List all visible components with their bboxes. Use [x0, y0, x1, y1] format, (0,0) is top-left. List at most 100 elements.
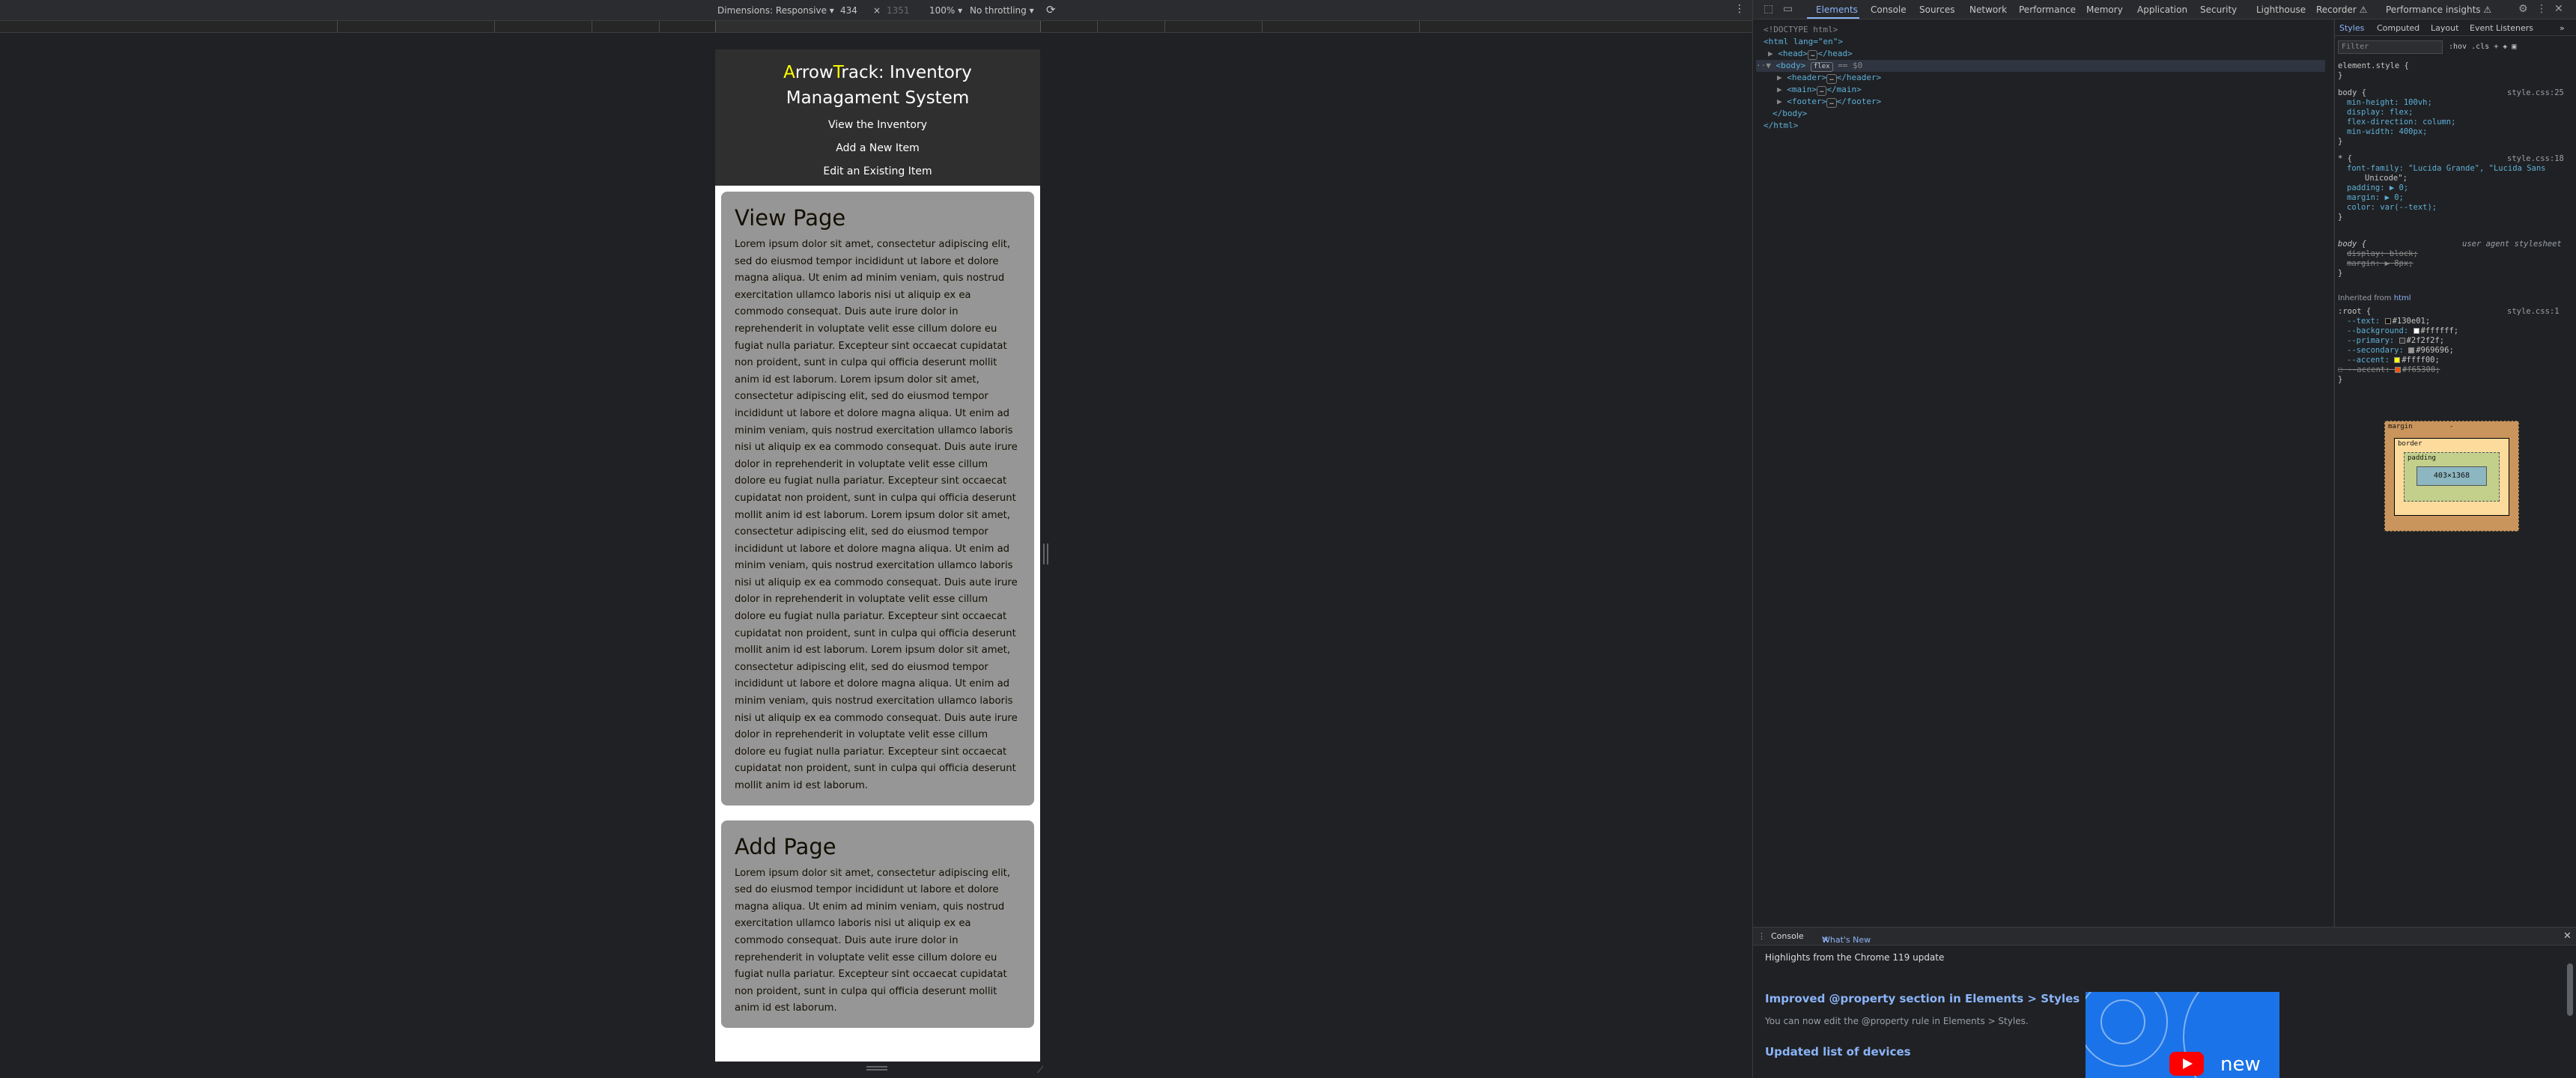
tab-layout[interactable]: Layout	[2431, 23, 2458, 33]
css-prop[interactable]: color: var(--text);	[2347, 203, 2437, 213]
style-source-link[interactable]: style.css:1	[2507, 307, 2560, 317]
toggle-sidebar-icon[interactable]: ▣	[2512, 43, 2516, 51]
box-model-content[interactable]: 403×1368	[2416, 466, 2487, 486]
dom-doctype[interactable]: <!DOCTYPE html>	[1764, 24, 1838, 36]
style-source-link[interactable]: style.css:18	[2507, 154, 2564, 164]
resize-handle-bottom[interactable]	[866, 1066, 887, 1071]
tab-console[interactable]: Console	[1871, 4, 1907, 15]
css-prop[interactable]: flex-direction: column;	[2347, 118, 2455, 127]
universal-rule-selector[interactable]: * {style.css:18	[2338, 154, 2576, 164]
inspect-element-icon[interactable]: ⬚	[1764, 3, 1773, 15]
expand-arrow-icon[interactable]: ▶	[1777, 73, 1787, 82]
dom-head[interactable]: ▶ <head>… </head>	[1768, 48, 1853, 60]
css-prop[interactable]: min-width: 400px;	[2347, 127, 2427, 137]
whats-new-section-title[interactable]: Improved @property section in Elements >…	[1765, 992, 2080, 1005]
more-menu-icon[interactable]: ⋮	[2536, 3, 2547, 15]
css-prop[interactable]: min-height: 100vh;	[2347, 98, 2432, 108]
expand-arrow-icon[interactable]: ▶	[1777, 97, 1787, 106]
dimension-times: ×	[873, 5, 881, 16]
tab-network[interactable]: Network	[1969, 4, 2007, 15]
dom-header[interactable]: ▶ <header>… </header>	[1777, 72, 1881, 84]
hov-cls-buttons[interactable]: :hov .cls +	[2449, 43, 2498, 51]
checkbox-icon[interactable]: ☐	[2338, 365, 2348, 374]
dimensions-dropdown[interactable]: Dimensions: Responsive ▾	[717, 5, 834, 16]
dom-footer[interactable]: ▶ <footer>… </footer>	[1777, 96, 1881, 108]
more-options-icon[interactable]: ⋮	[1734, 3, 1745, 15]
tab-application[interactable]: Application	[2137, 4, 2187, 15]
tab-event-listeners[interactable]: Event Listeners	[2470, 23, 2533, 33]
tab-more-chevron[interactable]: »	[2560, 23, 2565, 33]
nav-add-item[interactable]: Add a New Item	[715, 137, 1040, 160]
style-source-link[interactable]: style.css:25	[2507, 88, 2564, 98]
css-prop[interactable]: display: flex;	[2347, 108, 2414, 118]
css-var-value: #f65300;	[2402, 365, 2440, 374]
zoom-dropdown[interactable]: 100% ▾	[929, 5, 962, 16]
root-rule-selector[interactable]: :root {style.css:1	[2338, 307, 2576, 317]
css-var-disabled[interactable]: ☐ --accent: #f65300;	[2338, 365, 2440, 375]
drawer-menu-icon[interactable]: ⋮	[1758, 931, 1766, 941]
color-swatch-icon[interactable]	[2413, 328, 2419, 334]
dom-html-close[interactable]: </html>	[1764, 120, 1798, 132]
inherited-from-link[interactable]: html	[2394, 294, 2411, 302]
youtube-play-icon[interactable]	[2169, 1052, 2204, 1076]
tab-recorder[interactable]: Recorder ⚠	[2316, 4, 2367, 15]
new-rule-icon[interactable]: ✚	[2503, 43, 2507, 51]
tab-elements[interactable]: Elements	[1816, 4, 1858, 15]
expand-arrow-icon[interactable]: ··▼	[1756, 61, 1776, 70]
css-var[interactable]: --primary: #2f2f2f;	[2347, 336, 2444, 346]
close-tab-icon[interactable]: ✕	[1822, 935, 1829, 945]
settings-gear-icon[interactable]: ⚙	[2518, 3, 2528, 15]
nav-view-inventory[interactable]: View the Inventory	[715, 114, 1040, 137]
close-devtools-icon[interactable]: ✕	[2554, 3, 2563, 15]
tab-styles[interactable]: Styles	[2339, 23, 2364, 33]
dom-body-close[interactable]: </body>	[1772, 108, 1807, 120]
collapsed-badge[interactable]: …	[1817, 86, 1827, 96]
tab-lighthouse[interactable]: Lighthouse	[2256, 4, 2306, 15]
collapsed-badge[interactable]: …	[1808, 50, 1818, 60]
css-var[interactable]: --accent: #ffff00;	[2347, 356, 2440, 365]
height-input[interactable]: 1351	[887, 5, 910, 16]
collapsed-badge[interactable]: …	[1826, 98, 1837, 108]
color-swatch-icon[interactable]	[2408, 347, 2415, 353]
css-var[interactable]: --text: #130e01;	[2347, 317, 2430, 326]
tab-memory[interactable]: Memory	[2086, 4, 2123, 15]
resize-handle-right[interactable]	[1043, 543, 1048, 564]
tab-computed[interactable]: Computed	[2377, 23, 2419, 33]
color-swatch-icon[interactable]	[2394, 367, 2401, 373]
flex-badge[interactable]: flex	[1810, 62, 1833, 72]
css-prop[interactable]: padding: ▶ 0;	[2347, 183, 2408, 193]
css-prop[interactable]: font-family: "Lucida Grande", "Lucida Sa…	[2347, 164, 2546, 174]
throttling-dropdown[interactable]: No throttling ▾	[970, 5, 1034, 16]
expand-arrow-icon[interactable]: ▶	[1768, 49, 1778, 58]
body-rule-selector[interactable]: body {style.css:25	[2338, 88, 2576, 98]
resize-corner-icon[interactable]: ⟋	[1037, 1065, 1048, 1075]
element-style-rule[interactable]: element.style {	[2338, 61, 2409, 71]
nav-edit-item[interactable]: Edit an Existing Item	[715, 160, 1040, 183]
styles-filter-input[interactable]: Filter	[2338, 40, 2443, 54]
tab-sources[interactable]: Sources	[1919, 4, 1954, 15]
close-drawer-icon[interactable]: ✕	[2563, 931, 2572, 942]
css-var[interactable]: --background: #ffffff;	[2347, 326, 2458, 336]
width-input[interactable]: 434	[840, 5, 857, 16]
whats-new-video-thumbnail[interactable]: new	[2086, 992, 2279, 1078]
rotate-icon[interactable]: ⟳	[1046, 3, 1056, 16]
tab-security[interactable]: Security	[2200, 4, 2237, 15]
expand-arrow-icon[interactable]: ▶	[1777, 85, 1787, 94]
color-swatch-icon[interactable]	[2384, 318, 2391, 324]
css-prop[interactable]: margin: ▶ 0;	[2347, 193, 2404, 203]
drawer-tabbar: ⋮ Console What's New ✕	[1753, 928, 2576, 945]
device-toolbar-icon[interactable]: ▭	[1783, 3, 1793, 15]
whats-new-section-title[interactable]: Updated list of devices	[1765, 1045, 1911, 1059]
ua-selector-text: body {	[2338, 240, 2366, 249]
dom-html[interactable]: <html lang="en">	[1764, 36, 1843, 48]
css-var[interactable]: --secondary: #969696;	[2347, 346, 2454, 356]
color-swatch-icon[interactable]	[2394, 357, 2401, 363]
dom-main[interactable]: ▶ <main>… </main>	[1777, 84, 1862, 96]
tab-performance-insights[interactable]: Performance insights ⚠	[2386, 4, 2491, 15]
tab-performance[interactable]: Performance	[2019, 4, 2076, 15]
dom-body-selected[interactable]: ··▼ <body> flex == $0	[1756, 60, 2325, 72]
collapsed-badge[interactable]: …	[1826, 74, 1837, 84]
color-swatch-icon[interactable]	[2399, 338, 2405, 344]
drawer-scrollbar[interactable]	[2567, 963, 2573, 1016]
drawer-tab-console[interactable]: Console	[1771, 931, 1804, 941]
